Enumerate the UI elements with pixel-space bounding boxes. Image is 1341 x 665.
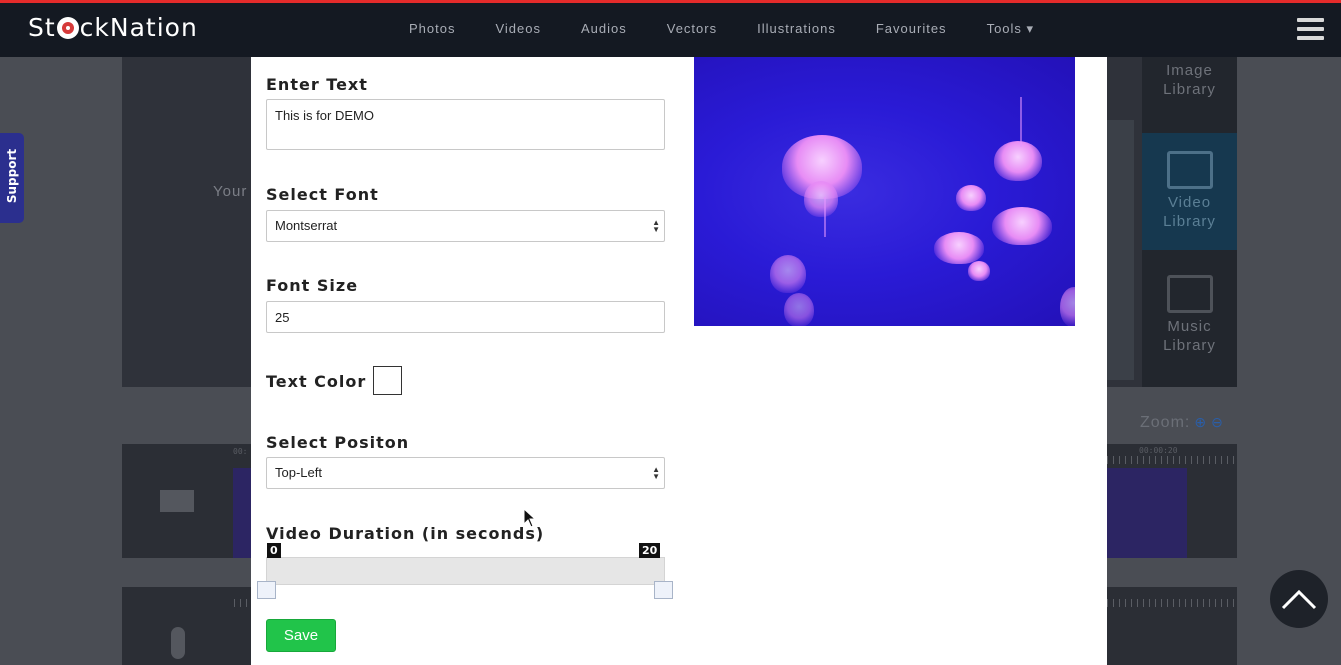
audio-ticks-right — [1107, 599, 1237, 607]
font-select-value: Montserrat — [275, 218, 338, 233]
zoom-in-icon[interactable]: ⊕ — [1194, 414, 1207, 430]
jellyfish-shape — [784, 293, 814, 326]
save-button[interactable]: Save — [266, 619, 336, 652]
nav-videos[interactable]: Videos — [495, 21, 541, 37]
logo-text-start: St — [28, 13, 56, 42]
video-library-item[interactable]: Video Library — [1142, 133, 1237, 250]
chevron-up-icon — [1281, 589, 1317, 610]
position-select-value: Top-Left — [275, 465, 322, 480]
select-arrows-icon: ▲ ▼ — [652, 465, 660, 481]
background-thumbnail-strip — [1107, 120, 1134, 380]
video-preview — [694, 57, 1075, 326]
jellyfish-tentacle — [824, 197, 826, 237]
jellyfish-shape — [804, 181, 838, 217]
video-library-label: Video Library — [1163, 194, 1216, 230]
nav-tools-dropdown[interactable]: Tools ▾ — [987, 21, 1035, 37]
zoom-label: Zoom: — [1140, 414, 1191, 431]
jellyfish-shape — [994, 141, 1042, 181]
nav-photos[interactable]: Photos — [409, 21, 455, 37]
top-navbar: St ckNation Photos Videos Audios Vectors … — [0, 0, 1341, 57]
jellyfish-shape — [770, 255, 806, 293]
nav-favourites[interactable]: Favourites — [876, 21, 947, 37]
select-position-label: Select Positon — [266, 433, 410, 452]
film-strip-icon — [1166, 151, 1213, 189]
font-size-input[interactable] — [266, 301, 665, 333]
text-overlay-modal: Enter Text Select Font Montserrat ▲▼ Fon… — [251, 57, 1107, 665]
music-note-icon — [1166, 275, 1213, 313]
font-size-label: Font Size — [266, 276, 359, 295]
text-color-swatch[interactable] — [373, 366, 402, 395]
timeline-time-left: 00: — [233, 447, 248, 456]
video-duration-label: Video Duration (in seconds) — [266, 524, 545, 543]
library-panel: Image Library Video Library Music Librar… — [1142, 57, 1237, 387]
enter-text-input[interactable] — [266, 99, 665, 150]
nav-illustrations[interactable]: Illustrations — [757, 21, 836, 37]
duration-max-value: 20 — [639, 543, 661, 558]
logo-text-end: ckNation — [79, 13, 198, 42]
font-select[interactable]: Montserrat ▲ ▼ — [266, 210, 665, 242]
jellyfish-shape — [956, 185, 986, 211]
jellyfish-shape — [934, 232, 984, 264]
zoom-out-icon[interactable]: ⊖ — [1211, 414, 1224, 430]
duration-range-slider[interactable] — [266, 557, 665, 585]
music-library-label: Music Library — [1163, 318, 1216, 354]
main-nav: Photos Videos Audios Vectors Illustratio… — [389, 21, 1054, 37]
nav-vectors[interactable]: Vectors — [667, 21, 717, 37]
zoom-controls: Zoom: ⊕ ⊖ — [1140, 414, 1224, 432]
microphone-icon — [171, 627, 185, 659]
music-library-item[interactable]: Music Library — [1142, 267, 1237, 377]
timeline-ticks-right — [1107, 456, 1237, 464]
nav-audios[interactable]: Audios — [581, 21, 627, 37]
image-library-item[interactable]: Image Library — [1142, 57, 1237, 133]
video-camera-icon — [160, 490, 194, 512]
mouse-cursor-icon — [523, 508, 537, 528]
track-thumbnail-left — [233, 468, 251, 558]
support-label: Support — [5, 148, 19, 204]
jellyfish-shape — [1060, 287, 1075, 326]
hamburger-menu-icon[interactable] — [1297, 18, 1324, 40]
text-color-label: Text Color — [266, 372, 367, 391]
timeline-time-right: 00:00:20 — [1139, 446, 1178, 455]
duration-min-handle[interactable] — [257, 581, 276, 599]
duration-min-value: 0 — [267, 543, 281, 558]
image-library-label: Image Library — [1163, 62, 1216, 98]
film-reel-icon — [56, 16, 79, 39]
jellyfish-shape — [968, 261, 990, 281]
stocknation-logo[interactable]: St ckNation — [28, 13, 198, 42]
enter-text-label: Enter Text — [266, 75, 368, 94]
position-select[interactable]: Top-Left ▲ ▼ — [266, 457, 665, 489]
select-font-label: Select Font — [266, 185, 379, 204]
duration-max-handle[interactable] — [654, 581, 673, 599]
editor-placeholder-text: Your — [213, 183, 248, 200]
jellyfish-tentacle — [1020, 97, 1022, 147]
track-thumbnail-right — [1107, 468, 1187, 558]
select-arrows-icon: ▲ ▼ — [652, 218, 660, 234]
jellyfish-shape — [992, 207, 1052, 245]
scroll-to-top-button[interactable] — [1270, 570, 1328, 628]
support-tab[interactable]: Support — [0, 133, 24, 223]
